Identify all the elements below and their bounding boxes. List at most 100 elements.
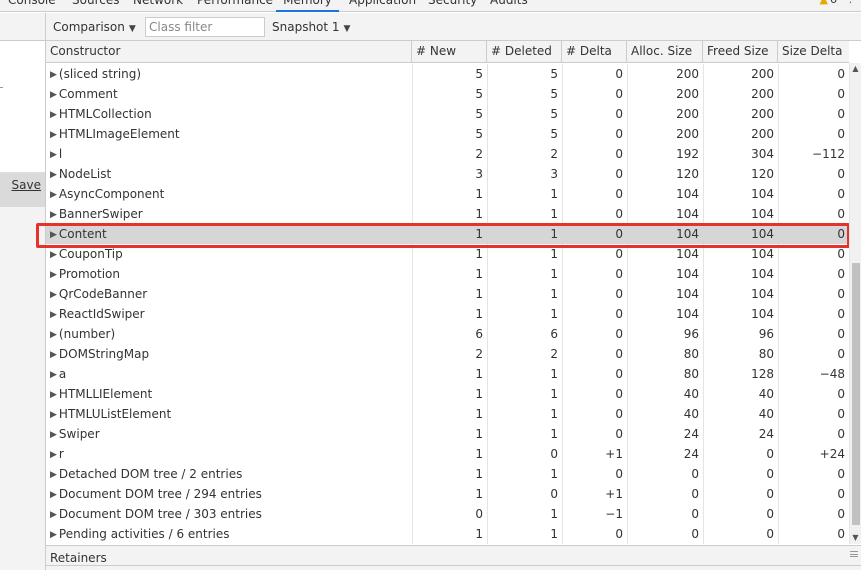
view-mode-select[interactable]: Comparison ▼ xyxy=(53,19,136,35)
table-scrollbar[interactable]: ▲ ▼ xyxy=(849,63,861,544)
constructor-name: HTMLCollection xyxy=(58,107,152,121)
expand-arrow-icon[interactable]: ▶ xyxy=(50,505,57,524)
cell-deleted: 1 xyxy=(550,387,558,401)
expand-arrow-icon[interactable]: ▶ xyxy=(50,305,57,324)
table-row[interactable]: ▶ HTMLLIElement 1 1 0 40 40 0 xyxy=(46,384,849,404)
expand-arrow-icon[interactable]: ▶ xyxy=(50,365,57,384)
table-row[interactable]: ▶ Promotion 1 1 0 104 104 0 xyxy=(46,264,849,284)
column-header-size-delta[interactable]: Size Delta xyxy=(778,41,849,62)
tab-memory[interactable]: Memory xyxy=(276,0,339,12)
table-row[interactable]: ▶ (sliced string) 5 5 0 200 200 0 xyxy=(46,64,849,84)
constructor-cell: ▶ Swiper xyxy=(46,424,412,444)
table-row[interactable]: ▶ BannerSwiper 1 1 0 104 104 0 xyxy=(46,204,849,224)
column-header-deleted[interactable]: # Deleted xyxy=(487,41,562,62)
tab-audits[interactable]: Audits xyxy=(490,0,528,12)
expand-arrow-icon[interactable]: ▶ xyxy=(50,265,57,284)
expand-arrow-icon[interactable]: ▶ xyxy=(50,525,57,544)
class-filter-input[interactable] xyxy=(145,17,265,37)
cell-size-delta: 0 xyxy=(837,387,845,401)
scroll-up-icon[interactable]: ▲ xyxy=(850,63,861,75)
tab-console[interactable]: Console xyxy=(8,0,56,12)
expand-arrow-icon[interactable]: ▶ xyxy=(50,425,57,444)
warnings-indicator[interactable]: ▲6 xyxy=(820,0,837,8)
expand-arrow-icon[interactable]: ▶ xyxy=(50,245,57,264)
tab-security[interactable]: Security xyxy=(428,0,477,12)
table-row[interactable]: ▶ AsyncComponent 1 1 0 104 104 0 xyxy=(46,184,849,204)
constructor-cell: ▶ AsyncComponent xyxy=(46,184,412,204)
column-header-freed-size[interactable]: Freed Size xyxy=(703,41,778,62)
expand-arrow-icon[interactable]: ▶ xyxy=(50,165,57,184)
cell-freed: 200 xyxy=(751,67,774,81)
table-body: ▶ (sliced string) 5 5 0 200 200 0 ▶ Comment 5 5 0 200… xyxy=(46,64,849,544)
sidebar-snapshot-item[interactable]: Save xyxy=(0,173,45,207)
table-row[interactable]: ▶ NodeList 3 3 0 120 120 0 xyxy=(46,164,849,184)
table-row[interactable]: ▶ a 1 1 0 80 128 −48 xyxy=(46,364,849,384)
expand-arrow-icon[interactable]: ▶ xyxy=(50,325,57,344)
table-row[interactable]: ▶ HTMLUListElement 1 1 0 40 40 0 xyxy=(46,404,849,424)
table-row[interactable]: ▶ HTMLCollection 5 5 0 200 200 0 xyxy=(46,104,849,124)
cell-new: 2 xyxy=(475,147,483,161)
table-row[interactable]: ▶ CouponTip 1 1 0 104 104 0 xyxy=(46,244,849,264)
snapshot-value: Snapshot 1 xyxy=(272,20,340,34)
constructor-cell: ▶ NodeList xyxy=(46,164,412,184)
table-row[interactable]: ▶ Content 1 1 0 104 104 0 xyxy=(46,224,849,244)
column-header-alloc-size[interactable]: Alloc. Size xyxy=(627,41,703,62)
snapshot-select[interactable]: Snapshot 1 ▼ xyxy=(272,19,350,35)
table-row[interactable]: ▶ (number) 6 6 0 96 96 0 xyxy=(46,324,849,344)
cell-deleted: 1 xyxy=(550,407,558,421)
scrollbar-thumb[interactable] xyxy=(852,263,860,525)
table-row[interactable]: ▶ r 1 0 +1 24 0 +24 xyxy=(46,444,849,464)
table-row[interactable]: ▶ Detached DOM tree / 2 entries 1 1 0 0 0 0 xyxy=(46,464,849,484)
table-row[interactable]: ▶ ReactIdSwiper 1 1 0 104 104 0 xyxy=(46,304,849,324)
expand-arrow-icon[interactable]: ▶ xyxy=(50,105,57,124)
constructor-name: BannerSwiper xyxy=(58,207,143,221)
cell-deleted: 1 xyxy=(550,267,558,281)
table-row[interactable]: ▶ Document DOM tree / 294 entries 1 0 +1 0 0 0 xyxy=(46,484,849,504)
cell-delta: 0 xyxy=(615,127,623,141)
expand-arrow-icon[interactable]: ▶ xyxy=(50,285,57,304)
cell-delta: 0 xyxy=(615,367,623,381)
table-row[interactable]: ▶ Comment 5 5 0 200 200 0 xyxy=(46,84,849,104)
column-header-constructor[interactable]: Constructor xyxy=(46,41,412,62)
retainers-header xyxy=(46,565,861,570)
constructor-name: QrCodeBanner xyxy=(58,287,148,301)
tab-sources[interactable]: Sources xyxy=(72,0,119,12)
column-header-new[interactable]: # New xyxy=(412,41,487,62)
tab-application[interactable]: Application xyxy=(349,0,416,12)
table-row[interactable]: ▶ l 2 2 0 192 304 −112 xyxy=(46,144,849,164)
table-row[interactable]: ▶ Pending activities / 6 entries 1 1 0 0 0 0 xyxy=(46,524,849,544)
cell-size-delta: 0 xyxy=(837,67,845,81)
expand-arrow-icon[interactable]: ▶ xyxy=(50,225,57,244)
cell-new: 5 xyxy=(475,127,483,141)
expand-arrow-icon[interactable]: ▶ xyxy=(50,205,57,224)
resize-grip-icon[interactable] xyxy=(850,551,858,557)
expand-arrow-icon[interactable]: ▶ xyxy=(50,145,57,164)
tab-performance[interactable]: Performance xyxy=(197,0,273,12)
expand-arrow-icon[interactable]: ▶ xyxy=(50,485,57,504)
cell-alloc: 40 xyxy=(683,407,699,421)
table-row[interactable]: ▶ Swiper 1 1 0 24 24 0 xyxy=(46,424,849,444)
scroll-down-icon[interactable]: ▼ xyxy=(850,532,861,544)
expand-arrow-icon[interactable]: ▶ xyxy=(50,185,57,204)
cell-size-delta: 0 xyxy=(837,267,845,281)
expand-arrow-icon[interactable]: ▶ xyxy=(50,85,57,104)
constructor-cell: ▶ (number) xyxy=(46,324,412,344)
more-options-icon[interactable]: ⋮ xyxy=(845,0,856,8)
expand-arrow-icon[interactable]: ▶ xyxy=(50,345,57,364)
column-header-delta[interactable]: # Delta xyxy=(562,41,627,62)
constructor-cell: ▶ Detached DOM tree / 2 entries xyxy=(46,464,412,484)
table-row[interactable]: ▶ HTMLImageElement 5 5 0 200 200 0 xyxy=(46,124,849,144)
expand-arrow-icon[interactable]: ▶ xyxy=(50,125,57,144)
table-row[interactable]: ▶ DOMStringMap 2 2 0 80 80 0 xyxy=(46,344,849,364)
cell-alloc: 200 xyxy=(676,67,699,81)
expand-arrow-icon[interactable]: ▶ xyxy=(50,445,57,464)
table-row[interactable]: ▶ QrCodeBanner 1 1 0 104 104 0 xyxy=(46,284,849,304)
table-row[interactable]: ▶ Document DOM tree / 303 entries 0 1 −1 0 0 0 xyxy=(46,504,849,524)
expand-arrow-icon[interactable]: ▶ xyxy=(50,465,57,484)
expand-arrow-icon[interactable]: ▶ xyxy=(50,65,57,84)
cell-alloc: 192 xyxy=(676,147,699,161)
expand-arrow-icon[interactable]: ▶ xyxy=(50,385,57,404)
tab-network[interactable]: Network xyxy=(133,0,183,12)
expand-arrow-icon[interactable]: ▶ xyxy=(50,405,57,424)
save-link[interactable]: Save xyxy=(12,178,41,192)
